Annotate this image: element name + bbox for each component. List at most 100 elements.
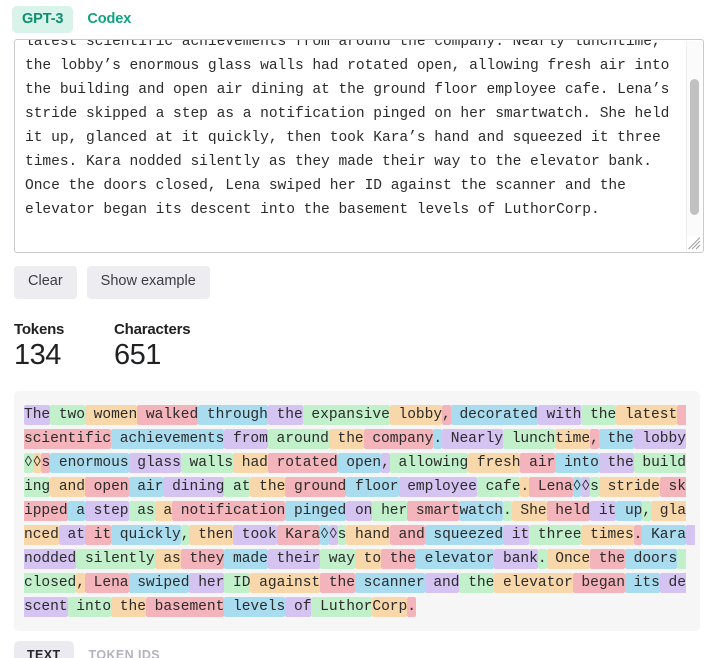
token: Luthor (311, 596, 373, 617)
token: company (363, 428, 434, 449)
token: way (320, 548, 355, 569)
token: it (590, 500, 617, 521)
token: Lena (529, 476, 573, 497)
token: smart (407, 500, 460, 521)
tab-text[interactable]: TEXT (14, 640, 74, 658)
token: doors (624, 548, 678, 569)
token: began (572, 572, 625, 593)
token: allowing (389, 452, 469, 473)
token: quickly (111, 524, 181, 545)
model-tab-gpt3[interactable]: GPT-3 (12, 6, 74, 34)
token: walls (180, 452, 234, 473)
token: . (433, 428, 443, 449)
token: the (590, 548, 625, 569)
token: lobby (389, 404, 443, 425)
token: s (41, 452, 51, 473)
textarea-scrollbar-thumb[interactable] (690, 79, 699, 216)
token: glass (128, 452, 181, 473)
token: open (337, 452, 382, 473)
token: the (598, 452, 634, 473)
stat-tokens: Tokens 134 (14, 321, 114, 372)
token: with (537, 404, 582, 425)
resize-grip-icon[interactable] (687, 236, 702, 252)
stat-tokens-label: Tokens (14, 321, 65, 339)
token: and (424, 572, 460, 593)
token: times (581, 524, 634, 545)
token: against (250, 572, 321, 593)
token: and (50, 476, 85, 497)
token: ground (285, 476, 347, 497)
token: The (24, 404, 51, 425)
token: enormous (50, 452, 129, 473)
show-example-button[interactable]: Show example (86, 266, 210, 300)
token: squeezed (424, 524, 504, 545)
token: , (76, 572, 85, 593)
input-textarea-wrapper: latest scientific achievements from arou… (14, 39, 704, 254)
token: open (84, 476, 129, 497)
token: into (555, 452, 599, 473)
token: air (520, 452, 556, 473)
input-textarea[interactable]: latest scientific achievements from arou… (14, 39, 704, 254)
action-button-row: Clear Show example (14, 266, 714, 300)
token: they (180, 548, 225, 569)
token: as (154, 548, 181, 569)
tab-token-ids[interactable]: TOKEN IDS (76, 641, 173, 658)
token: floor (346, 476, 399, 497)
token: took (233, 524, 277, 545)
token: swiped (128, 572, 190, 593)
token: made (224, 548, 268, 569)
token: cafe (476, 476, 521, 497)
stat-characters-label: Characters (114, 321, 191, 339)
token: Kara (642, 524, 686, 545)
token: . (503, 500, 512, 521)
token: , (642, 500, 652, 521)
output-view-tab-bar: TEXT TOKEN IDS (14, 640, 714, 658)
token: the (598, 428, 634, 449)
model-tab-bar: GPT-3 Codex (0, 0, 714, 37)
token: basement (145, 596, 225, 617)
token: fresh (468, 452, 521, 473)
token: the (581, 404, 617, 425)
textarea-vertical-scrollbar[interactable] (686, 41, 702, 252)
token: a (67, 500, 85, 521)
token: up (616, 500, 643, 521)
token: hand (346, 524, 390, 545)
token: the (459, 572, 495, 593)
token: time (555, 428, 591, 449)
token: rotated (267, 452, 338, 473)
token: Once (546, 548, 591, 569)
token: . (537, 548, 547, 569)
token: the (328, 428, 364, 449)
token: latest (616, 404, 678, 425)
token: and (389, 524, 425, 545)
token: its (624, 572, 660, 593)
token: two (50, 404, 85, 425)
token: Kara (276, 524, 321, 545)
token: employee (398, 476, 477, 497)
token: notification (172, 500, 286, 521)
token: had (233, 452, 268, 473)
token: it (84, 524, 112, 545)
token: s (337, 524, 347, 545)
stats-row: Tokens 134 Characters 651 (14, 321, 714, 372)
token: Lena (84, 572, 129, 593)
model-tab-codex[interactable]: Codex (77, 6, 141, 33)
token: elevator (415, 548, 495, 569)
token: , (442, 404, 451, 425)
token: air (128, 476, 164, 497)
token: on (346, 500, 373, 521)
token: of (285, 596, 312, 617)
token: ◊ (328, 524, 338, 545)
token: step (84, 500, 129, 521)
input-textarea-value[interactable]: latest scientific achievements from arou… (15, 40, 681, 228)
token: the (267, 404, 303, 425)
token: ◊ (24, 452, 33, 473)
token: achievements (111, 428, 225, 449)
clear-button[interactable]: Clear (14, 266, 77, 300)
token: levels (224, 596, 286, 617)
token: stride (598, 476, 660, 497)
token: , (381, 452, 390, 473)
token: elevator (494, 572, 573, 593)
token: Nearly (442, 428, 503, 449)
token: at (58, 524, 85, 545)
